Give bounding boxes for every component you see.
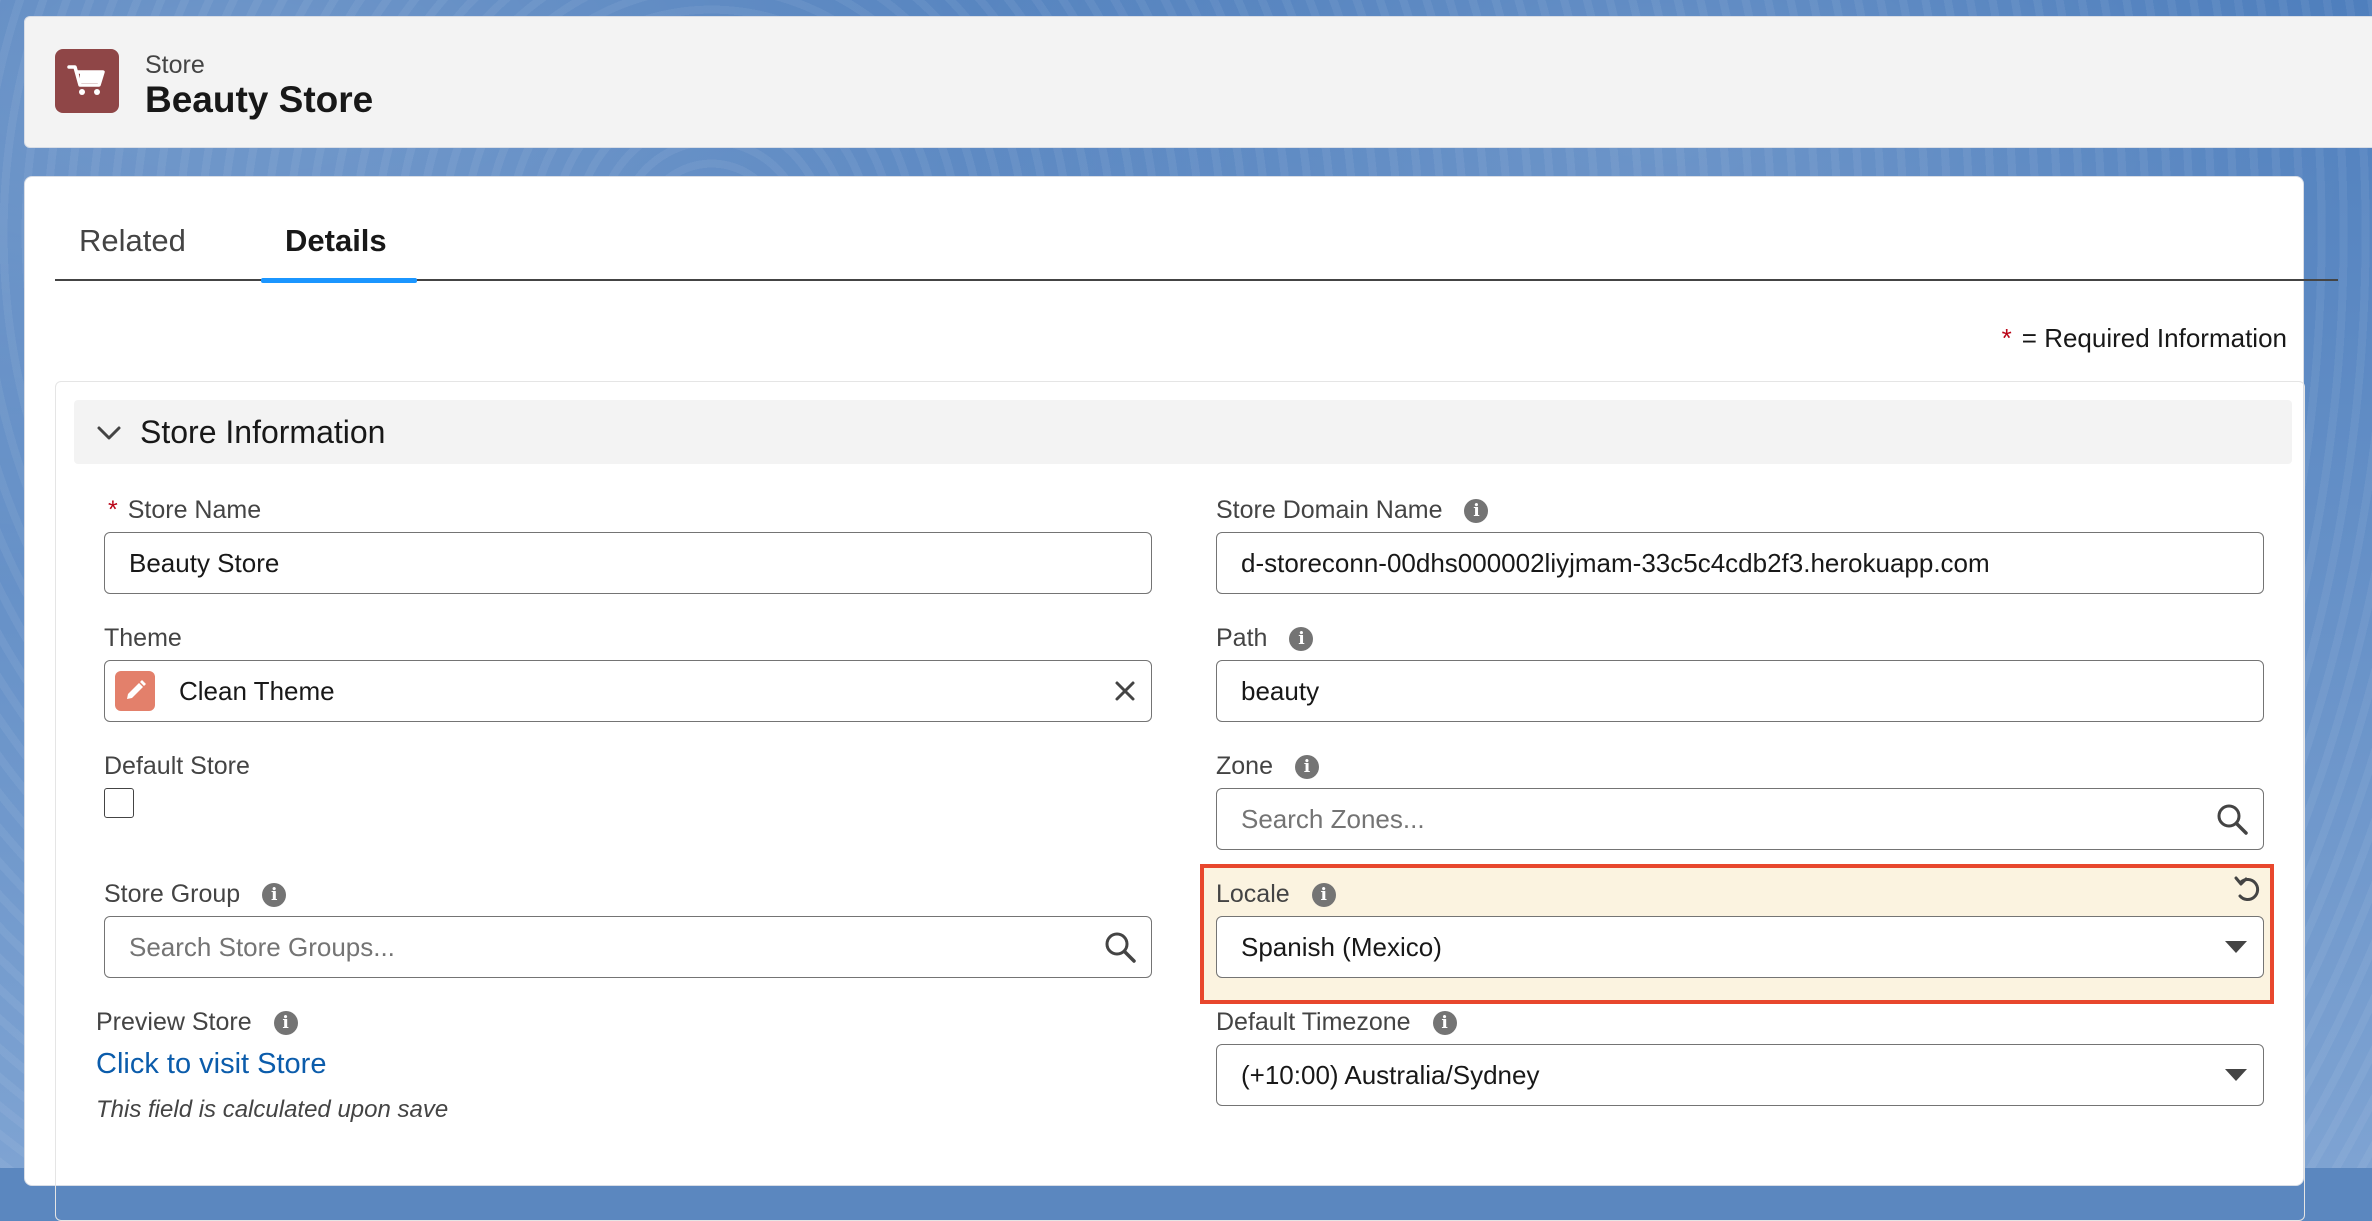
active-tab-indicator [261,278,417,283]
search-icon[interactable] [1103,930,1137,964]
object-type-label: Store [145,51,205,79]
info-icon[interactable]: i [262,882,287,907]
default-store-checkbox[interactable] [104,788,134,818]
required-star: * [108,496,118,524]
caret-down-icon[interactable] [2223,939,2249,955]
info-icon[interactable]: i [1289,626,1314,651]
default-store-label: Default Store [104,752,250,780]
zone-search-input[interactable]: Search Zones... [1216,788,2264,850]
preview-store-label: Preview Store i [96,1008,298,1037]
tab-related[interactable]: Related [79,223,186,259]
info-icon[interactable]: i [273,1010,298,1035]
tab-bar: Related Details [55,177,2338,283]
required-information-note: * = Required Information [2002,323,2287,354]
store-group-search-input[interactable]: Search Store Groups... [104,916,1152,978]
tab-details[interactable]: Details [285,223,387,259]
store-name-input[interactable]: Beauty Store [104,532,1152,594]
path-input[interactable]: beauty [1216,660,2264,722]
info-icon[interactable]: i [1294,754,1319,779]
theme-lookup-input[interactable]: Clean Theme [104,660,1152,722]
theme-label: Theme [104,624,182,652]
visit-store-link[interactable]: Click to visit Store [96,1048,326,1081]
section-header[interactable]: Store Information [74,400,2292,464]
cart-icon [55,49,119,113]
undo-icon[interactable] [2232,874,2264,911]
store-group-label: Store Group i [104,880,287,909]
record-header: Store Beauty Store [24,16,2372,148]
section-title: Store Information [140,414,386,450]
store-domain-name-input[interactable]: d-storeconn-00dhs000002liyjmam-33c5c4cdb… [1216,532,2264,594]
required-star: * [2001,323,2012,353]
record-title: Beauty Store [145,79,374,120]
calculated-field-note: This field is calculated upon save [96,1096,449,1123]
info-icon[interactable]: i [1432,1010,1457,1035]
required-note-text: = Required Information [2021,323,2287,353]
path-label: Path i [1216,624,1314,653]
default-timezone-select[interactable]: (+10:00) Australia/Sydney [1216,1044,2264,1106]
locale-label: Locale i [1216,880,1336,909]
pencil-icon [115,671,155,711]
info-icon[interactable]: i [1464,498,1489,523]
store-domain-name-label: Store Domain Name i [1216,496,1489,525]
chevron-down-icon[interactable] [94,418,124,453]
search-icon[interactable] [2215,802,2249,836]
caret-down-icon[interactable] [2223,1067,2249,1083]
locale-select[interactable]: Spanish (Mexico) [1216,916,2264,978]
default-timezone-label: Default Timezone i [1216,1008,1457,1037]
clear-selection-icon[interactable] [1113,679,1137,703]
zone-label: Zone i [1216,752,1319,781]
store-name-label: * Store Name [108,496,262,524]
info-icon[interactable]: i [1311,882,1336,907]
